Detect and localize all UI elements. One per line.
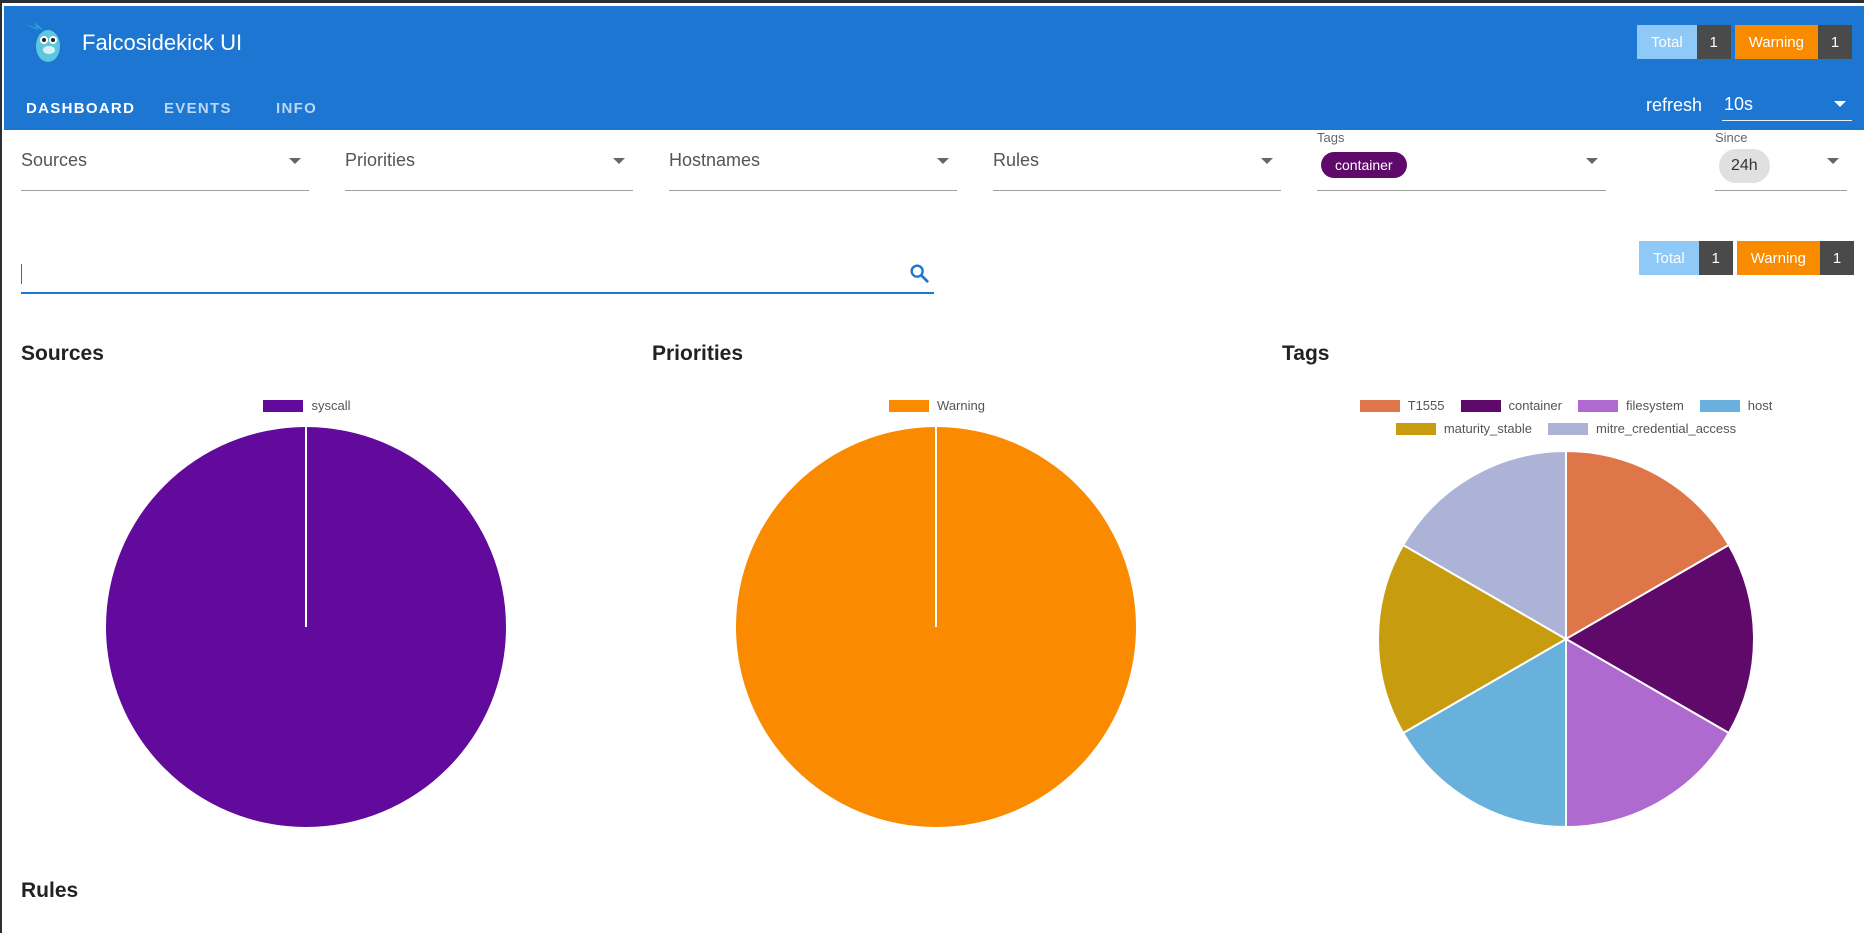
legend-label: maturity_stable <box>1443 421 1532 436</box>
tab-dashboard[interactable]: DASHBOARD <box>6 88 144 133</box>
legend-label: filesystem <box>1625 398 1684 413</box>
legend-item[interactable]: container <box>1460 398 1562 413</box>
chevron-down-icon <box>1834 101 1846 107</box>
chevron-down-icon <box>1261 158 1273 164</box>
legend-label: container <box>1508 398 1562 413</box>
falco-logo-icon <box>24 22 60 62</box>
legend-swatch <box>1547 422 1588 435</box>
app-bar: Falcosidekick UI Total 1 Warning 1 DASHB… <box>4 6 1864 133</box>
legend-label: T1555 <box>1407 398 1445 413</box>
legend-item[interactable]: syscall <box>263 398 351 413</box>
warning-chip-count: 1 <box>1820 241 1854 275</box>
app-title: Falcosidekick UI <box>82 30 243 55</box>
chevron-down-icon <box>937 158 949 164</box>
legend-swatch <box>1577 399 1618 412</box>
priorities-filter-select[interactable]: Priorities <box>345 136 633 191</box>
header-count-chips: Total 1 Warning 1 <box>1637 25 1852 59</box>
legend-item[interactable]: filesystem <box>1577 398 1684 413</box>
priorities-section-title: Priorities <box>652 342 744 365</box>
refresh-label: refresh <box>1645 95 1702 115</box>
priorities-pie-chart <box>736 427 1136 827</box>
legend-swatch <box>889 399 930 412</box>
rules-filter-label: Rules <box>993 150 1040 170</box>
legend-label: host <box>1747 398 1773 413</box>
legend-swatch <box>1359 399 1400 412</box>
priorities-chart-legend: Warning <box>692 398 1182 421</box>
total-chip-count: 1 <box>1696 25 1731 59</box>
warning-chip-count: 1 <box>1818 25 1852 59</box>
legend-item[interactable]: host <box>1699 398 1773 413</box>
sources-filter-label: Sources <box>21 150 88 170</box>
tags-section-title: Tags <box>1282 342 1330 365</box>
nav-tabs: DASHBOARD EVENTS INFO <box>6 88 337 133</box>
legend-swatch <box>1460 399 1501 412</box>
legend-label: mitre_credential_access <box>1595 421 1737 436</box>
refresh-interval-value: 10s <box>1724 94 1754 114</box>
text-cursor <box>21 264 22 284</box>
chevron-down-icon <box>1586 158 1598 164</box>
chevron-down-icon <box>613 158 625 164</box>
chevron-down-icon <box>289 158 301 164</box>
legend-item[interactable]: maturity_stable <box>1395 421 1532 436</box>
legend-swatch <box>1395 422 1436 435</box>
hostnames-filter-label: Hostnames <box>669 150 761 170</box>
sources-section-title: Sources <box>21 342 104 365</box>
tags-pie-chart <box>1377 449 1755 829</box>
search-icon[interactable] <box>908 262 930 284</box>
search-input[interactable] <box>21 260 885 288</box>
warning-chip-label[interactable]: Warning <box>1734 25 1818 59</box>
legend-item[interactable]: Warning <box>889 398 985 413</box>
search-field[interactable] <box>21 256 934 294</box>
rules-section-title: Rules <box>21 879 79 902</box>
sources-filter-select[interactable]: Sources <box>21 136 309 191</box>
legend-item[interactable]: T1555 <box>1359 398 1445 413</box>
tag-chip-container[interactable]: container <box>1321 152 1407 178</box>
tags-filter-label: Tags <box>1317 130 1345 145</box>
priorities-filter-label: Priorities <box>345 150 416 170</box>
hostnames-filter-select[interactable]: Hostnames <box>669 136 957 191</box>
warning-chip-label[interactable]: Warning <box>1736 241 1820 275</box>
since-filter-label: Since <box>1715 130 1748 145</box>
chevron-down-icon <box>1827 158 1839 164</box>
legend-item[interactable]: mitre_credential_access <box>1547 421 1737 436</box>
refresh-interval-select[interactable]: 10s <box>1722 90 1852 121</box>
legend-swatch <box>263 399 304 412</box>
legend-label: syscall <box>311 398 351 413</box>
legend-swatch <box>1699 399 1740 412</box>
since-chip[interactable]: 24h <box>1719 149 1770 183</box>
since-filter-select[interactable]: Since 24h <box>1715 130 1847 191</box>
legend-label: Warning <box>937 398 985 413</box>
tab-info[interactable]: INFO <box>246 88 337 133</box>
sources-pie-chart <box>106 427 506 827</box>
summary-count-chips: Total 1 Warning 1 <box>1639 241 1854 275</box>
tags-chart-legend: T1555 container filesystem host maturity_sta… <box>1278 398 1854 444</box>
sources-chart-legend: syscall <box>62 398 552 421</box>
rules-filter-select[interactable]: Rules <box>993 136 1281 191</box>
tab-events[interactable]: EVENTS <box>144 88 246 133</box>
total-chip-count: 1 <box>1698 241 1733 275</box>
total-chip-label[interactable]: Total <box>1639 241 1699 275</box>
total-chip-label[interactable]: Total <box>1637 25 1697 59</box>
tags-filter-select[interactable]: Tags container <box>1317 130 1606 191</box>
